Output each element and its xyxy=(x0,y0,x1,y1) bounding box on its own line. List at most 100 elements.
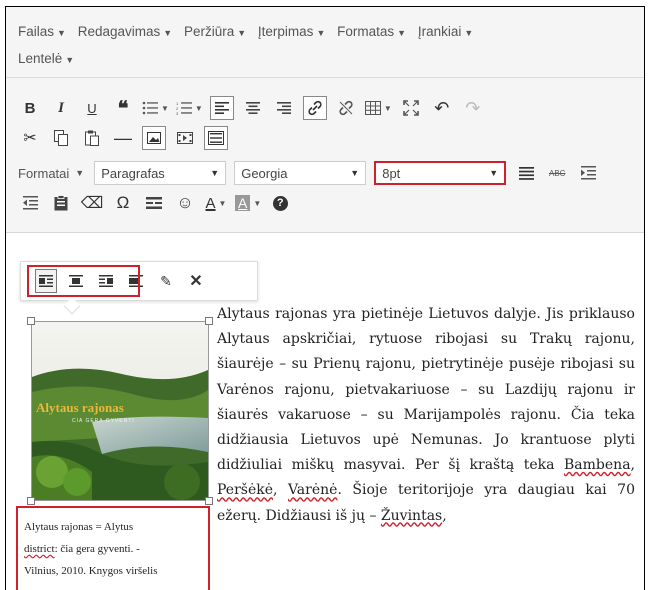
remove-link-button[interactable] xyxy=(334,95,358,121)
blockquote-button[interactable]: ❝ xyxy=(111,95,135,121)
font-size-select[interactable]: 8pt ▼ xyxy=(374,161,507,185)
fullscreen-button[interactable] xyxy=(399,95,423,121)
page-break-button[interactable] xyxy=(204,126,228,150)
help-button[interactable]: ? xyxy=(268,190,292,216)
horizontal-line-icon: — xyxy=(114,127,132,148)
text-color-icon: A xyxy=(205,194,216,212)
caret-down-icon: ▼ xyxy=(161,103,169,113)
help-icon: ? xyxy=(272,195,288,211)
caret-down-icon: ▼ xyxy=(383,103,392,113)
align-left-icon xyxy=(214,102,229,114)
text-color-button[interactable]: A ▼ xyxy=(204,190,228,216)
align-justify-icon xyxy=(518,166,534,180)
caret-down-icon: ▼ xyxy=(194,103,203,113)
caret-down-icon: ▼ xyxy=(218,198,227,208)
read-more-button[interactable] xyxy=(142,190,166,216)
caption-line-1: Alytaus rajonas = Alytus xyxy=(24,521,134,533)
paragraph-value: Paragrafas xyxy=(101,165,165,181)
menu-tools[interactable]: Įrankiai ▼ xyxy=(418,19,473,46)
special-character-button[interactable]: Ω xyxy=(111,190,135,216)
read-more-icon xyxy=(146,197,162,209)
background-color-button[interactable]: A ▼ xyxy=(235,190,261,216)
landscape-image: Alytaus rajonas CIA GERA GYVENTI xyxy=(32,322,208,500)
eraser-icon: ⌫ xyxy=(80,195,104,212)
background-color-icon: A xyxy=(235,195,251,211)
caret-down-icon: ▼ xyxy=(316,28,326,38)
remove-image-button[interactable]: ✕ xyxy=(185,269,207,293)
caret-down-icon: ▼ xyxy=(163,28,173,38)
formats-label: Formatai xyxy=(18,165,70,181)
insert-media-button[interactable] xyxy=(173,125,197,151)
menu-format[interactable]: Formatas ▼ xyxy=(337,19,406,46)
close-icon: ✕ xyxy=(189,273,203,290)
align-right-button[interactable] xyxy=(272,95,296,121)
menu-insert[interactable]: Įterpimas ▼ xyxy=(258,19,325,46)
paste-as-text-button[interactable] xyxy=(49,190,73,216)
indent-button[interactable] xyxy=(576,160,600,186)
menu-file[interactable]: Failas ▼ xyxy=(18,19,66,46)
undo-icon: ↶ xyxy=(434,97,450,118)
bullet-list-button[interactable]: ▼ xyxy=(142,95,169,121)
article-paragraph[interactable]: Alytaus rajonas yra pietinėje Lietuvos d… xyxy=(217,302,635,529)
emoticons-button[interactable]: ☺ xyxy=(173,190,197,216)
numbered-list-button[interactable]: 123 ▼ xyxy=(176,95,203,121)
caret-down-icon: ▼ xyxy=(210,168,220,178)
redo-button[interactable]: ↷ xyxy=(461,95,485,121)
font-family-select[interactable]: Georgia ▼ xyxy=(234,161,367,185)
resize-handle-bottom-right[interactable] xyxy=(205,497,213,505)
menu-table-label: Lentelė xyxy=(18,51,63,66)
formats-dropdown[interactable]: Formatai ▼ xyxy=(18,166,84,181)
clear-formatting-button[interactable]: ⌫ xyxy=(80,190,104,216)
paragraph-select[interactable]: Paragrafas ▼ xyxy=(94,161,227,185)
menu-edit-label: Redagavimas xyxy=(77,24,161,39)
caret-down-icon: ▼ xyxy=(489,168,499,178)
redo-icon: ↷ xyxy=(465,97,481,118)
book-cover-image[interactable]: Alytaus rajonas CIA GERA GYVENTI xyxy=(31,321,209,501)
insert-image-button[interactable] xyxy=(142,126,166,150)
paragraph-text-1: Alytaus rajonas yra pietinėje Lietuvos d… xyxy=(217,306,635,474)
horizontal-line-button[interactable]: — xyxy=(111,125,135,151)
menu-view[interactable]: Peržiūra ▼ xyxy=(184,19,246,46)
justify-button[interactable] xyxy=(514,160,538,186)
image-caption[interactable]: Alytaus rajonas = Alytus district: čia g… xyxy=(16,506,210,590)
bold-button[interactable]: B xyxy=(18,95,42,121)
menu-format-label: Formatas xyxy=(337,24,395,39)
menu-table[interactable]: Lentelė ▼ xyxy=(18,46,74,73)
toolbar-row-2: ✂ — xyxy=(18,123,235,153)
undo-button[interactable]: ↶ xyxy=(430,95,454,121)
menu-edit[interactable]: Redagavimas ▼ xyxy=(78,19,172,46)
alignment-highlight-box xyxy=(27,265,140,297)
edit-image-button[interactable]: ✎ xyxy=(155,269,177,293)
caption-line-2: district: čia gera gyventi. - xyxy=(24,538,202,560)
cut-button[interactable]: ✂ xyxy=(18,125,42,151)
resize-handle-bottom-left[interactable] xyxy=(27,497,35,505)
lake-name-zuvintas: Žuvintas xyxy=(380,507,443,524)
insert-table-button[interactable]: ▼ xyxy=(364,95,392,121)
align-right-icon xyxy=(276,102,291,114)
fullscreen-icon xyxy=(402,100,419,116)
copy-icon xyxy=(54,130,68,146)
caret-down-icon: ▼ xyxy=(75,168,85,178)
resize-handle-top-left[interactable] xyxy=(27,317,35,325)
strikethrough-button[interactable]: ABC xyxy=(545,160,569,186)
align-left-button[interactable] xyxy=(209,96,234,120)
menu-view-label: Peržiūra xyxy=(183,24,235,39)
copy-button[interactable] xyxy=(49,125,73,151)
strikethrough-icon: ABC xyxy=(548,168,566,178)
unlink-icon xyxy=(339,100,353,116)
underline-button[interactable]: U xyxy=(80,95,104,121)
river-name-bambena: Bambena xyxy=(564,457,631,474)
outdent-button[interactable] xyxy=(18,190,42,216)
editor-content[interactable]: ✎ ✕ Alytaus rajonas CIA GERA GYVENTI Aly… xyxy=(6,234,644,590)
resize-handle-top-right[interactable] xyxy=(205,317,213,325)
river-name-varene: Varėnė xyxy=(287,482,338,499)
bullet-list-icon xyxy=(142,101,158,115)
italic-button[interactable]: I xyxy=(49,95,73,121)
insert-link-button[interactable] xyxy=(302,96,327,120)
paste-button[interactable] xyxy=(80,125,104,151)
align-center-button[interactable] xyxy=(241,95,265,121)
caret-down-icon: ▼ xyxy=(397,28,407,38)
caret-down-icon: ▼ xyxy=(57,28,66,38)
media-icon xyxy=(177,132,193,144)
page-break-icon xyxy=(208,131,224,145)
